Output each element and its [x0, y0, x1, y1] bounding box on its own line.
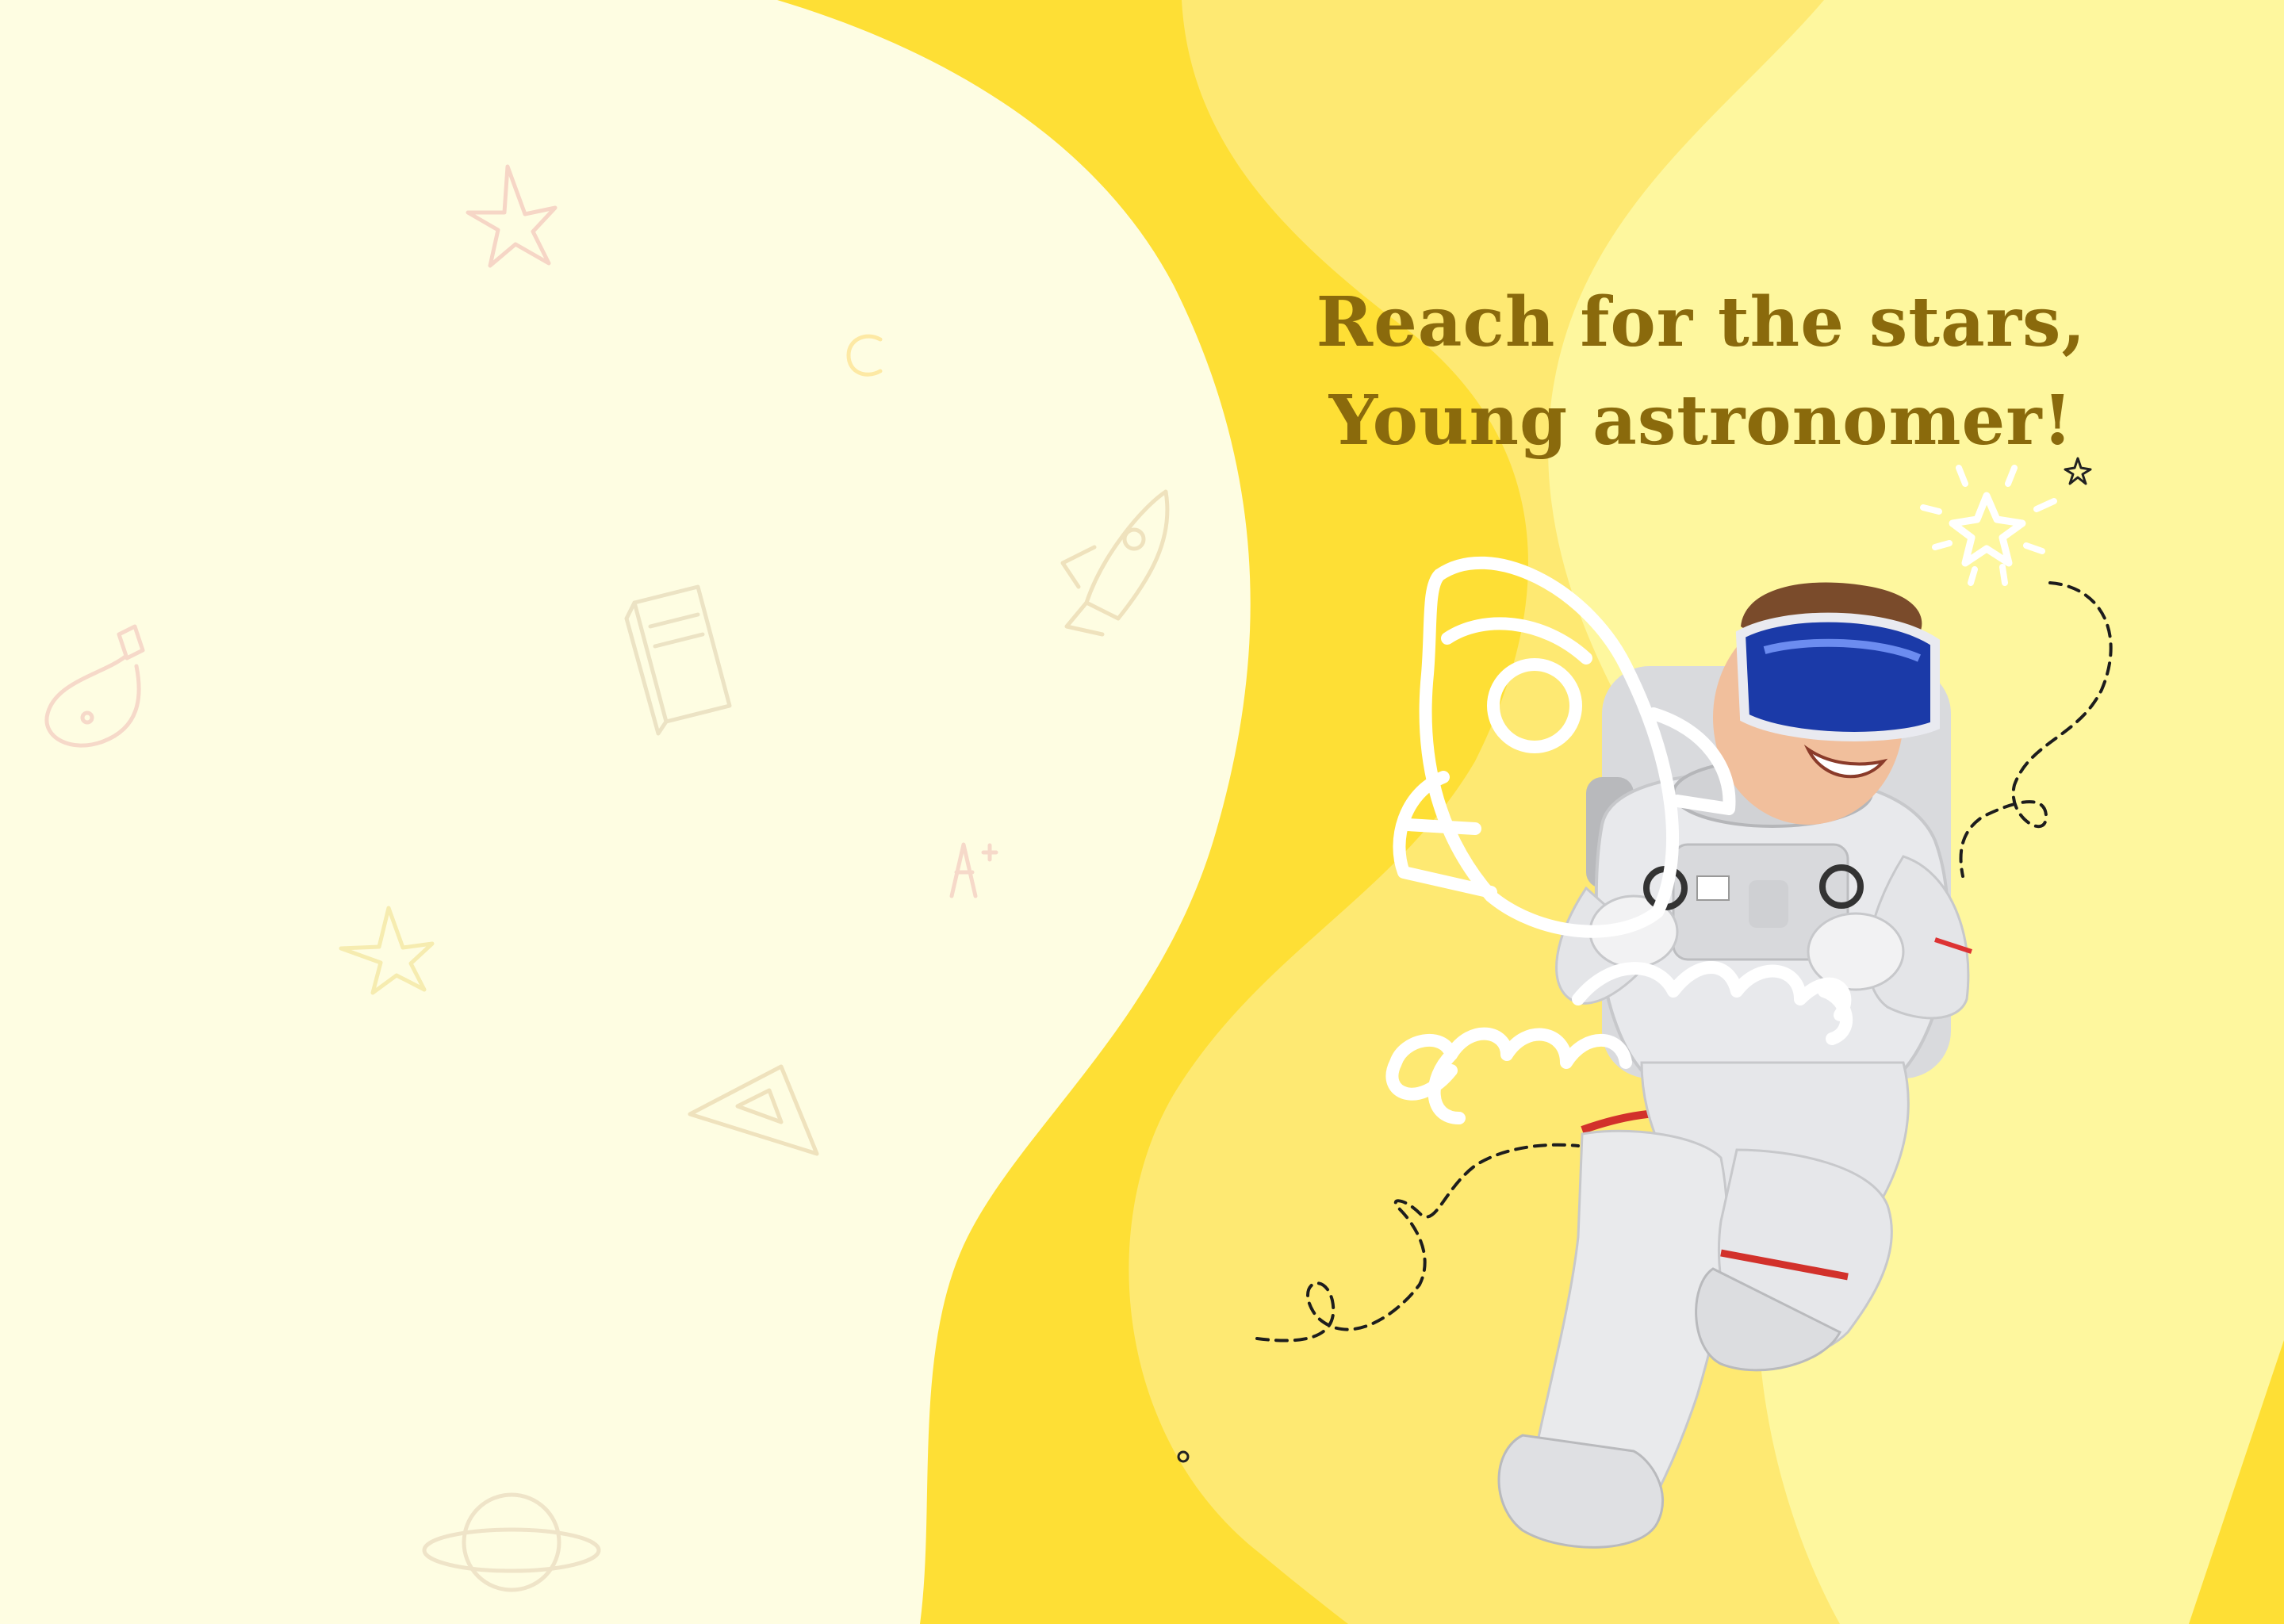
planet-doodle-icon: [422, 1492, 601, 1592]
headline-line-1: Reach for the stars,: [1316, 282, 2087, 362]
book-doodle-icon: [624, 584, 732, 736]
letter-c-doodle: [846, 334, 883, 377]
rocket-doodle-icon: [1060, 489, 1170, 637]
ruler-triangle-doodle-icon: [688, 1064, 819, 1156]
right-glove: [1807, 912, 1905, 991]
a-plus-doodle: [949, 842, 998, 898]
headline: Reach for the stars, Young astronomer!: [1237, 274, 2165, 470]
flask-doodle-icon: [44, 624, 145, 748]
headline-line-2: Young astronomer!: [1328, 381, 2074, 461]
background-blobs: [777, 0, 2284, 1624]
star-doodle-icon-2: [339, 906, 435, 995]
vr-headset: [1735, 612, 1940, 741]
background-art: [44, 0, 2284, 1624]
star-doodle-icon: [466, 164, 558, 268]
